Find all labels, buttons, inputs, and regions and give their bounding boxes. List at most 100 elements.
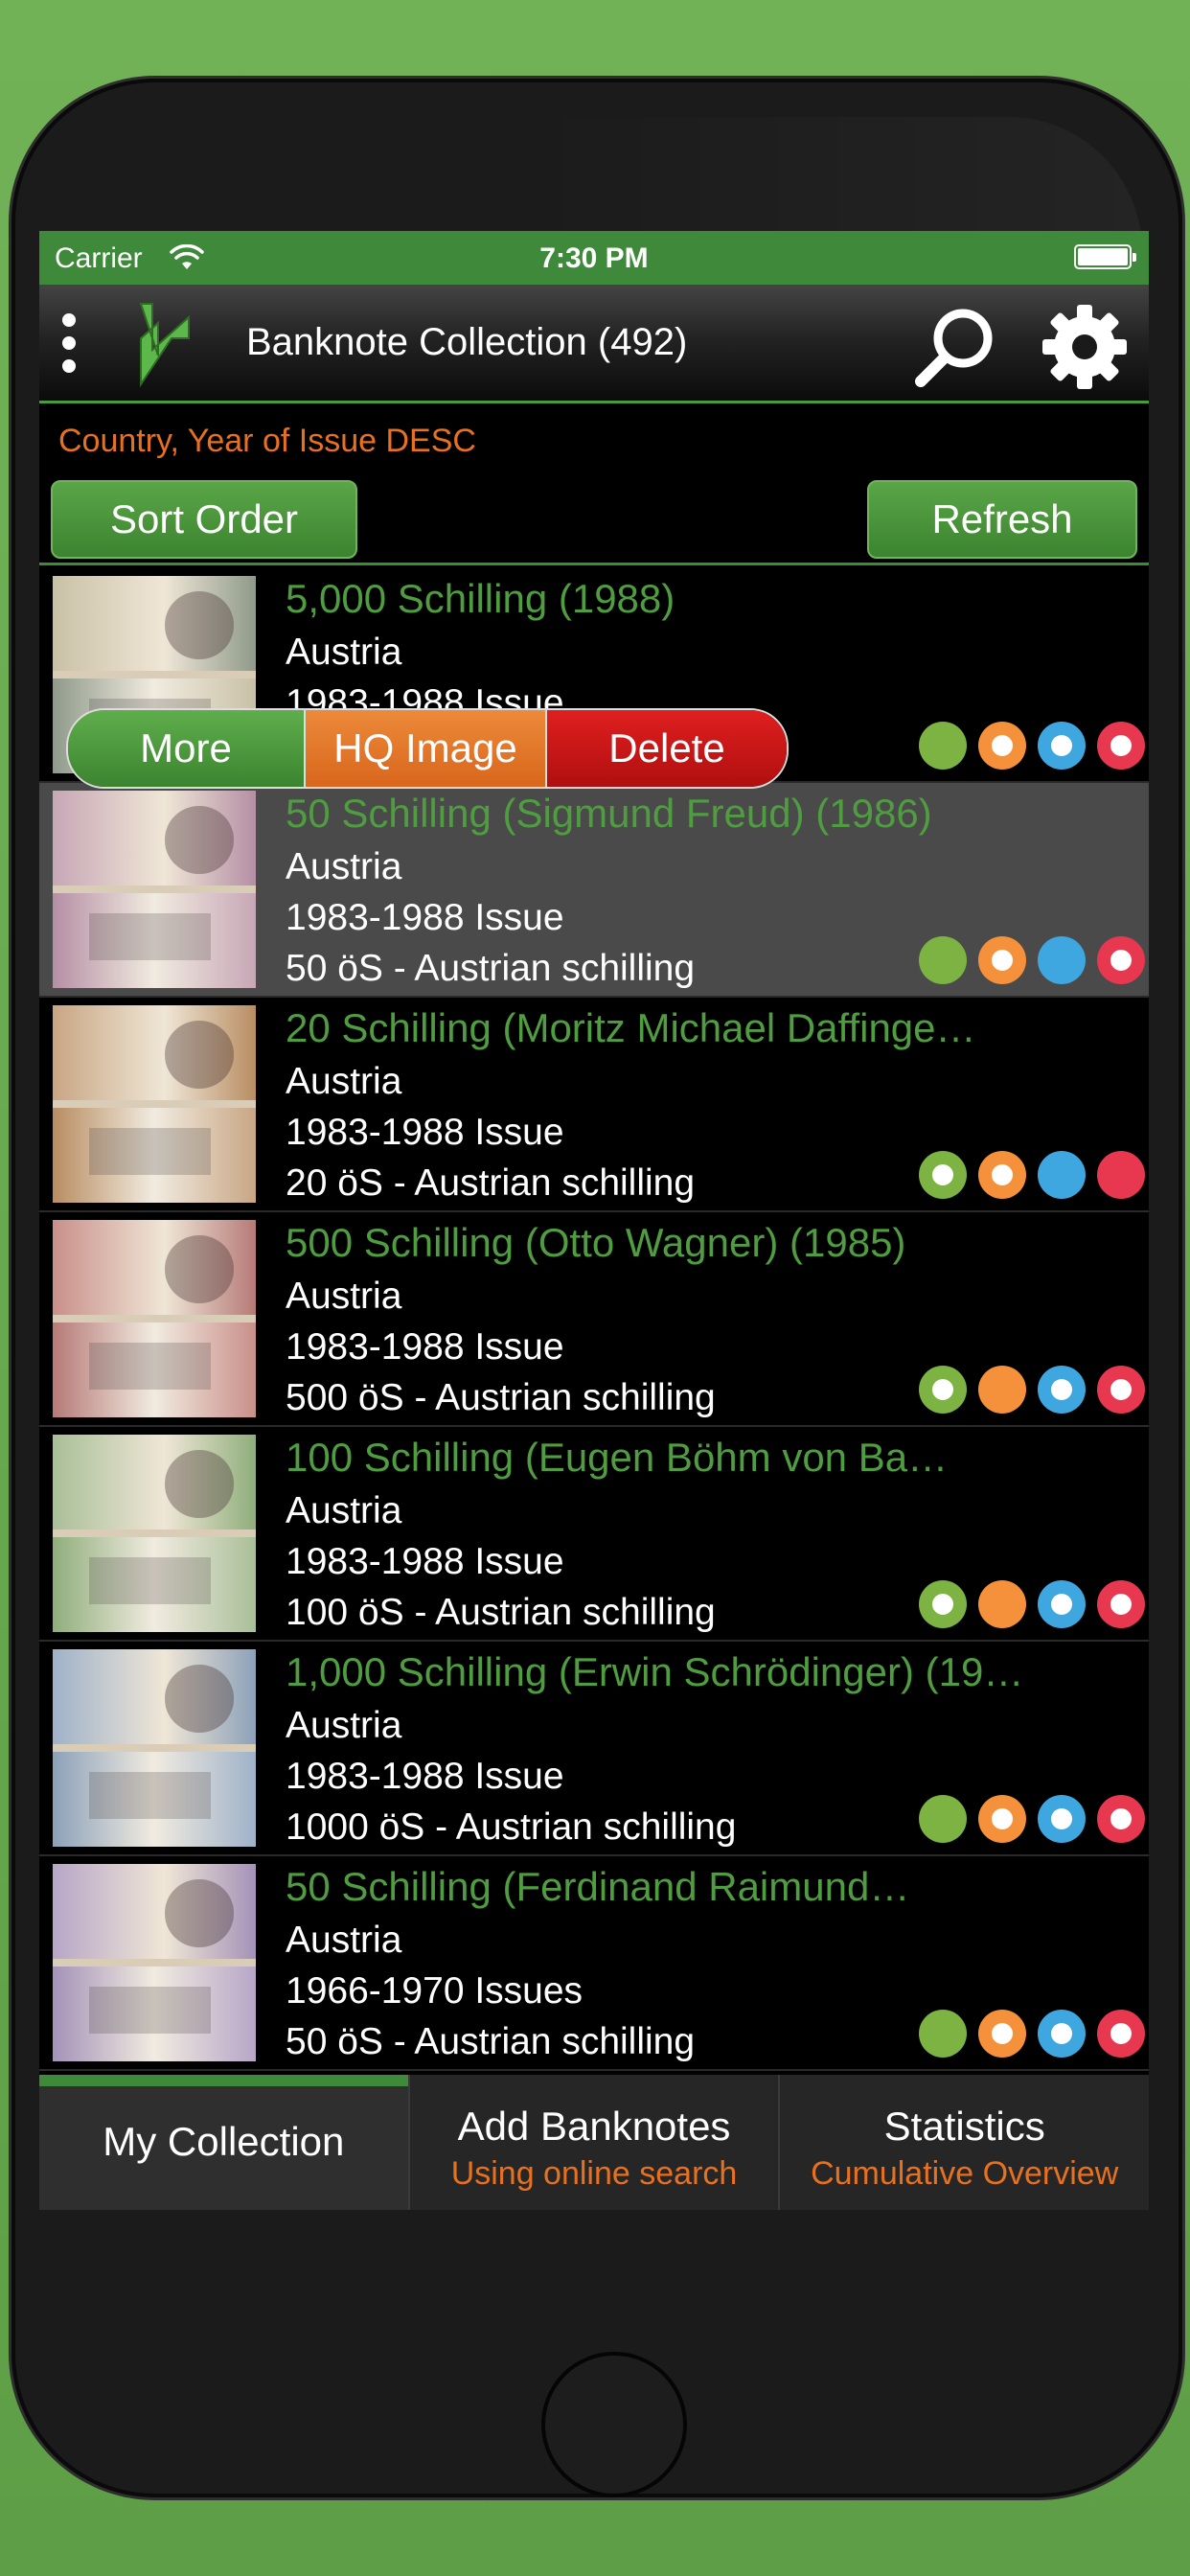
list-item[interactable]: 50 Schilling (Sigmund Freud) (1986) Austr… — [39, 783, 1149, 998]
item-country: Austria — [286, 632, 402, 673]
item-issue: 1983-1988 Issue — [286, 1112, 564, 1153]
red-status-dot[interactable] — [1097, 1580, 1145, 1628]
red-status-dot[interactable] — [1097, 1151, 1145, 1199]
item-denomination: 20 öS - Austrian schilling — [286, 1162, 696, 1204]
blue-status-dot[interactable] — [1038, 1151, 1086, 1199]
app-logo-icon — [139, 303, 190, 388]
tab-my-collection[interactable]: My Collection — [39, 2075, 410, 2210]
blue-status-dot[interactable] — [1038, 1795, 1086, 1843]
red-status-dot[interactable] — [1097, 1795, 1145, 1843]
status-dots — [919, 1795, 1145, 1843]
tab-sublabel: Using online search — [450, 2155, 738, 2192]
banknote-thumbnail — [53, 1864, 256, 2061]
item-denomination: 50 öS - Austrian schilling — [286, 948, 696, 989]
item-issue: 1966-1970 Issues — [286, 1970, 584, 2012]
hq-image-button[interactable]: HQ Image — [304, 710, 547, 787]
tab-label: Statistics — [883, 2104, 1045, 2149]
banknote-thumbnail — [53, 1005, 256, 1203]
orange-status-dot[interactable] — [978, 1580, 1026, 1628]
home-button[interactable] — [541, 2352, 687, 2497]
blue-status-dot[interactable] — [1038, 722, 1086, 770]
item-title: 20 Schilling (Moritz Michael Daffinge… — [286, 1005, 976, 1050]
tab-label: My Collection — [103, 2119, 345, 2164]
list-item[interactable]: 500 Schilling (Otto Wagner) (1985) Austri… — [39, 1212, 1149, 1427]
refresh-button[interactable]: Refresh — [867, 480, 1137, 559]
sort-order-label: Country, Year of Issue DESC — [58, 423, 476, 459]
blue-status-dot[interactable] — [1038, 936, 1086, 984]
orange-status-dot[interactable] — [978, 1151, 1026, 1199]
list-item[interactable]: 50 Schilling (Ferdinand Raimund… Austria 1… — [39, 1856, 1149, 2071]
status-dots — [919, 722, 1145, 770]
battery-icon — [1074, 244, 1136, 269]
status-dots — [919, 1366, 1145, 1414]
blue-status-dot[interactable] — [1038, 1366, 1086, 1414]
navigation-bar: Banknote Collection (492) — [39, 285, 1149, 403]
orange-status-dot[interactable] — [978, 722, 1026, 770]
orange-status-dot[interactable] — [978, 936, 1026, 984]
more-button[interactable]: More — [68, 710, 304, 787]
item-country: Austria — [286, 1490, 402, 1531]
status-dots — [919, 2010, 1145, 2058]
page-title: Banknote Collection (492) — [246, 321, 688, 363]
status-dots — [919, 1580, 1145, 1628]
search-icon[interactable] — [911, 304, 997, 390]
item-denomination: 1000 öS - Austrian schilling — [286, 1806, 737, 1848]
swipe-actions: More HQ Image Delete — [66, 708, 789, 789]
green-status-dot[interactable] — [919, 1151, 967, 1199]
green-status-dot[interactable] — [919, 2010, 967, 2058]
tab-statistics[interactable]: Statistics Cumulative Overview — [780, 2075, 1149, 2210]
item-denomination: 100 öS - Austrian schilling — [286, 1592, 716, 1633]
divider — [39, 563, 1149, 565]
banknote-thumbnail — [53, 1649, 256, 1847]
item-issue: 1983-1988 Issue — [286, 1326, 564, 1368]
green-status-dot[interactable] — [919, 722, 967, 770]
tab-bar: My Collection Add Banknotes Using online… — [39, 2075, 1149, 2210]
red-status-dot[interactable] — [1097, 1366, 1145, 1414]
item-title: 50 Schilling (Ferdinand Raimund… — [286, 1864, 910, 1909]
blue-status-dot[interactable] — [1038, 1580, 1086, 1628]
banknote-thumbnail — [53, 1220, 256, 1417]
red-status-dot[interactable] — [1097, 722, 1145, 770]
item-country: Austria — [286, 1276, 402, 1317]
list-item[interactable]: 100 Schilling (Eugen Böhm von Ba… Austria… — [39, 1427, 1149, 1642]
status-bar: Carrier 7:30 PM — [39, 231, 1149, 285]
item-issue: 1983-1988 Issue — [286, 1541, 564, 1582]
sort-order-button[interactable]: Sort Order — [51, 480, 357, 559]
more-menu-icon[interactable] — [62, 313, 78, 375]
orange-status-dot[interactable] — [978, 1795, 1026, 1843]
gear-icon[interactable] — [1040, 302, 1130, 392]
item-issue: 1983-1988 Issue — [286, 897, 564, 938]
item-country: Austria — [286, 1920, 402, 1961]
item-country: Austria — [286, 846, 402, 887]
green-status-dot[interactable] — [919, 1795, 967, 1843]
status-dots — [919, 1151, 1145, 1199]
banknote-thumbnail — [53, 1435, 256, 1632]
item-denomination: 50 öS - Austrian schilling — [286, 2021, 696, 2062]
delete-button[interactable]: Delete — [547, 710, 787, 787]
item-title: 100 Schilling (Eugen Böhm von Ba… — [286, 1435, 949, 1480]
green-status-dot[interactable] — [919, 936, 967, 984]
status-time: 7:30 PM — [539, 242, 649, 274]
tab-sublabel: Cumulative Overview — [811, 2155, 1119, 2192]
tab-label: Add Banknotes — [457, 2104, 731, 2149]
green-status-dot[interactable] — [919, 1580, 967, 1628]
list-item[interactable]: 1,000 Schilling (Erwin Schrödinger) (19…… — [39, 1642, 1149, 1856]
red-status-dot[interactable] — [1097, 936, 1145, 984]
tab-add-banknotes[interactable]: Add Banknotes Using online search — [409, 2075, 781, 2210]
red-status-dot[interactable] — [1097, 2010, 1145, 2058]
item-issue: 1983-1988 Issue — [286, 1756, 564, 1797]
orange-status-dot[interactable] — [978, 2010, 1026, 2058]
item-title: 5,000 Schilling (1988) — [286, 576, 675, 621]
green-status-dot[interactable] — [919, 1366, 967, 1414]
blue-status-dot[interactable] — [1038, 2010, 1086, 2058]
banknote-thumbnail — [53, 791, 256, 988]
item-country: Austria — [286, 1061, 402, 1102]
item-denomination: 500 öS - Austrian schilling — [286, 1377, 716, 1418]
item-title: 1,000 Schilling (Erwin Schrödinger) (19… — [286, 1649, 1024, 1694]
item-country: Austria — [286, 1705, 402, 1746]
list-item[interactable]: 20 Schilling (Moritz Michael Daffinge… Au… — [39, 998, 1149, 1212]
app-screen: Carrier 7:30 PM Banknote Collection (492… — [39, 231, 1149, 2210]
item-title: 50 Schilling (Sigmund Freud) (1986) — [286, 791, 932, 836]
status-dots — [919, 936, 1145, 984]
orange-status-dot[interactable] — [978, 1366, 1026, 1414]
